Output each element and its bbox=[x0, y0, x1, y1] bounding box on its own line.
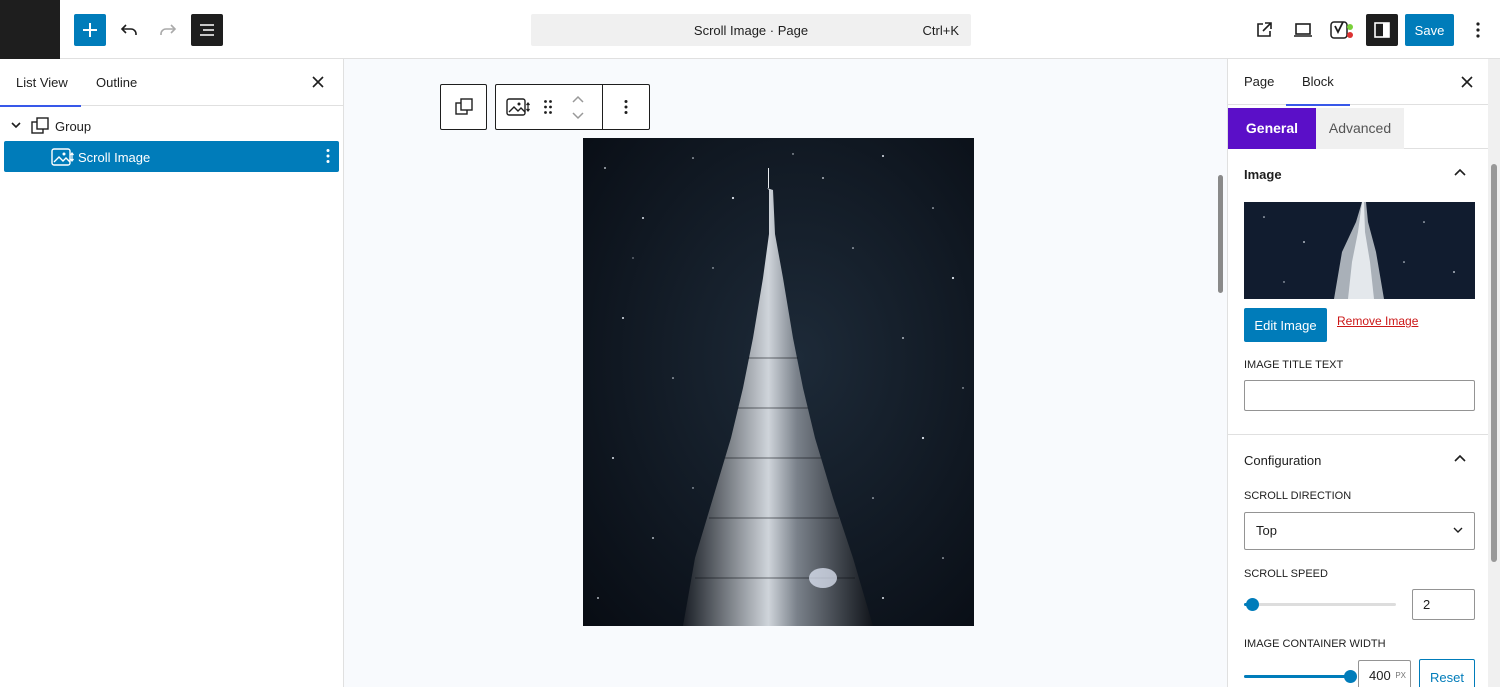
shortcut-hint: Ctrl+K bbox=[922, 23, 959, 38]
tab-page[interactable]: Page bbox=[1244, 59, 1274, 105]
scroll-direction-value: Top bbox=[1256, 523, 1277, 538]
tab-general[interactable]: General bbox=[1228, 108, 1316, 149]
more-vertical-icon[interactable] bbox=[325, 148, 331, 164]
block-toolbar bbox=[495, 84, 650, 130]
edit-image-button[interactable]: Edit Image bbox=[1244, 308, 1327, 342]
redo-icon bbox=[160, 24, 177, 35]
image-title-text-label: IMAGE TITLE TEXT bbox=[1244, 359, 1344, 371]
close-icon bbox=[1461, 76, 1473, 88]
add-block-button[interactable] bbox=[74, 14, 106, 46]
more-vertical-icon bbox=[1476, 22, 1480, 38]
tree-item-label: Group bbox=[55, 119, 92, 134]
scroll-speed-input[interactable]: 2 bbox=[1412, 589, 1475, 620]
tab-list-view[interactable]: List View bbox=[0, 59, 81, 107]
image-thumbnail bbox=[1244, 202, 1475, 299]
editor-header: Scroll Image · Page Ctrl+K Save bbox=[0, 0, 1500, 59]
drag-handle-icon[interactable] bbox=[543, 99, 553, 115]
slider-handle[interactable] bbox=[1246, 598, 1259, 611]
external-link-icon bbox=[1257, 22, 1272, 37]
settings-panel-button[interactable] bbox=[1366, 14, 1398, 46]
command-palette-bar[interactable]: Scroll Image · Page Ctrl+K bbox=[531, 14, 971, 46]
block-inspector: Page Block General Advanced Image Edit I… bbox=[1227, 59, 1500, 687]
undo-button[interactable] bbox=[113, 14, 145, 46]
scroll-speed-label: SCROLL SPEED bbox=[1244, 568, 1328, 580]
scroll-image-preview[interactable] bbox=[583, 138, 974, 626]
inspector-scrollbar[interactable] bbox=[1488, 59, 1500, 687]
reset-button[interactable]: Reset bbox=[1419, 659, 1475, 687]
slider-fill bbox=[1244, 675, 1350, 678]
chevron-down-icon bbox=[1453, 527, 1463, 533]
close-icon bbox=[312, 76, 324, 88]
canvas-scrollbar[interactable] bbox=[1214, 59, 1227, 687]
scroll-direction-label: SCROLL DIRECTION bbox=[1244, 490, 1352, 502]
tree-item-scroll-image[interactable]: Scroll Image bbox=[4, 141, 339, 172]
view-page-button[interactable] bbox=[1248, 14, 1280, 46]
list-panel-tabs: List View Outline bbox=[0, 59, 343, 107]
tab-block[interactable]: Block bbox=[1286, 59, 1350, 106]
image-section-title[interactable]: Image bbox=[1244, 167, 1282, 182]
scroll-speed-slider[interactable] bbox=[1244, 598, 1396, 611]
yoast-seo-button[interactable] bbox=[1326, 14, 1358, 46]
tree-item-label: Scroll Image bbox=[78, 150, 151, 165]
preview-button[interactable] bbox=[1287, 14, 1319, 46]
group-icon bbox=[31, 117, 49, 134]
scrollbar-thumb[interactable] bbox=[1491, 164, 1497, 562]
width-unit: PX bbox=[1395, 671, 1406, 680]
yoast-icon bbox=[1330, 21, 1353, 39]
chevron-up-icon[interactable] bbox=[571, 95, 585, 105]
plus-icon bbox=[83, 23, 97, 37]
container-width-label: IMAGE CONTAINER WIDTH bbox=[1244, 638, 1386, 650]
container-width-value: 400 bbox=[1369, 668, 1391, 683]
more-vertical-icon[interactable] bbox=[623, 99, 629, 115]
selected-image-thumbnail bbox=[1244, 202, 1475, 299]
container-width-slider[interactable] bbox=[1244, 670, 1357, 683]
editor-canvas bbox=[344, 59, 1214, 687]
chevron-down-icon[interactable] bbox=[571, 110, 585, 120]
close-settings-button[interactable] bbox=[1456, 71, 1478, 93]
block-subtabs: General Advanced bbox=[1228, 108, 1500, 149]
section-divider bbox=[1228, 434, 1500, 435]
list-view-icon bbox=[200, 24, 214, 36]
tab-advanced[interactable]: Advanced bbox=[1316, 108, 1404, 149]
document-overview-button[interactable] bbox=[191, 14, 223, 46]
group-icon bbox=[454, 98, 473, 115]
options-button[interactable] bbox=[1462, 14, 1494, 46]
chevron-up-icon[interactable] bbox=[1453, 453, 1467, 463]
inspector-tabs: Page Block bbox=[1228, 59, 1500, 106]
desktop-icon bbox=[1294, 23, 1312, 37]
select-parent-button[interactable] bbox=[440, 84, 487, 130]
close-list-view-button[interactable] bbox=[307, 71, 329, 93]
configuration-section-title[interactable]: Configuration bbox=[1244, 453, 1321, 468]
chevron-down-icon[interactable] bbox=[10, 119, 22, 131]
image-title-text-input[interactable] bbox=[1244, 380, 1475, 411]
list-view-panel: List View Outline Group Scroll Image bbox=[0, 59, 344, 687]
save-button[interactable]: Save bbox=[1405, 14, 1454, 46]
sidebar-icon bbox=[1374, 22, 1390, 38]
chevron-up-icon[interactable] bbox=[1453, 167, 1467, 177]
slider-handle[interactable] bbox=[1344, 670, 1357, 683]
scrollbar-thumb[interactable] bbox=[1218, 175, 1223, 293]
scroll-image-icon bbox=[51, 148, 74, 166]
document-title: Scroll Image · Page bbox=[693, 22, 809, 38]
night-skyscraper-image bbox=[583, 138, 974, 626]
tab-outline[interactable]: Outline bbox=[96, 59, 137, 106]
remove-image-link[interactable]: Remove Image bbox=[1337, 314, 1418, 328]
container-width-input[interactable]: 400 PX bbox=[1358, 660, 1411, 687]
tree-item-group[interactable]: Group bbox=[4, 111, 339, 142]
toolbar-divider bbox=[602, 85, 603, 129]
site-logo-button[interactable] bbox=[0, 0, 60, 59]
redo-button[interactable] bbox=[152, 14, 184, 46]
scroll-image-icon[interactable] bbox=[506, 96, 532, 118]
undo-icon bbox=[120, 24, 137, 35]
scroll-direction-select[interactable]: Top bbox=[1244, 512, 1475, 550]
